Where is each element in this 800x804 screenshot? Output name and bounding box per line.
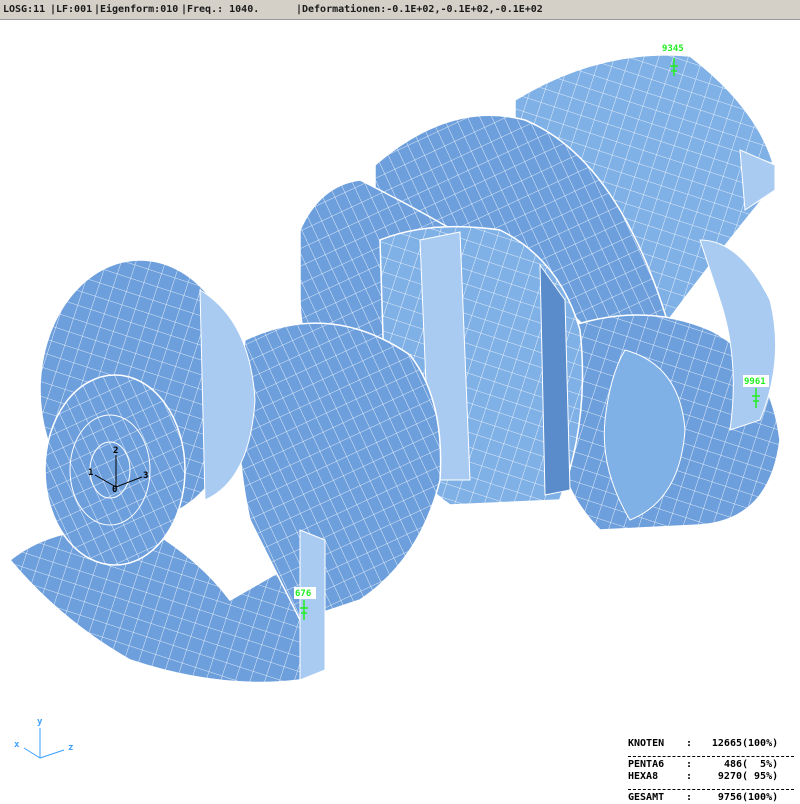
stat-row-knoten: KNOTEN : 12665 (100%) [628,738,779,749]
title-bar: LOSG:11 | LF:001 | Eigenform:010 | Freq.… [0,0,800,20]
origin-label: 0 [112,485,117,495]
crankshaft-mesh-model[interactable]: 2 1 3 0 9345 9961 676 y x z [0,20,800,800]
node-label: 676 [295,589,311,599]
axis-1-label: 1 [88,468,93,478]
graphics-viewport[interactable]: 2 1 3 0 9345 9961 676 y x z KNOTEN: 126… [0,20,800,803]
eigenform: Eigenform:010 [100,4,179,15]
load-case: LF:001 [56,4,93,15]
load-case-group: LOSG:11 [3,4,46,15]
node-label: 9961 [744,377,766,387]
axis-2-label: 2 [113,446,118,456]
view-y-label: y [37,717,43,727]
element-statistics: KNOTEN : 12665 (100%) PENTA6 : 486( 5%) H… [628,738,794,804]
deformations: Deformationen:-0.1E+02,-0.1E+02,-0.1E+02 [302,4,543,15]
stat-row-penta6: PENTA6 : 486( 5%) [628,759,779,770]
view-z-label: z [68,743,73,753]
stat-row-gesamt: GESAMT : 9756 (100%) [628,792,779,803]
front-journal [39,259,256,566]
node-label: 9345 [662,44,684,54]
view-orientation-triad: y x z [14,717,73,759]
divider [628,783,794,790]
divider [628,750,794,757]
frequency: Freq.: 1040. [187,4,260,15]
axis-3-label: 3 [143,471,148,481]
view-x-label: x [14,740,20,750]
stat-row-hexa8: HEXA8 : 9270( 95%) [628,771,779,782]
front-counterweight [8,527,306,684]
